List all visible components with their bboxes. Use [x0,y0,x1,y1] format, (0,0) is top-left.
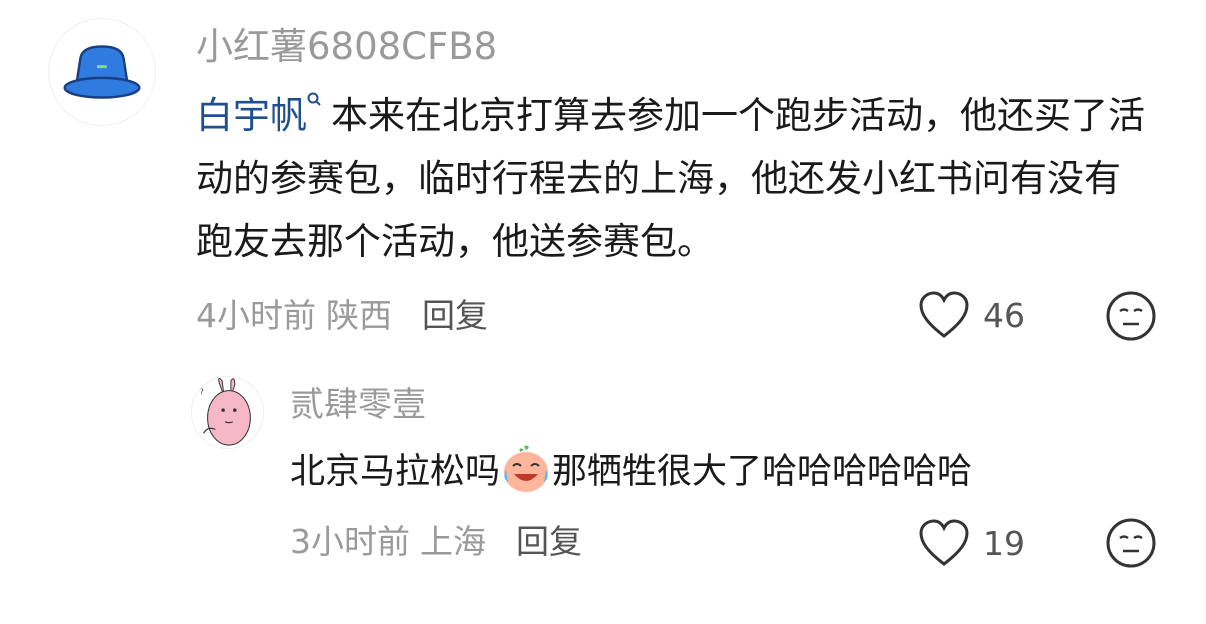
user-avatar[interactable] [48,18,156,126]
comment-time: 4小时前 [196,296,316,335]
heart-icon [919,519,969,566]
reply-reaction-button[interactable] [1105,517,1157,569]
reply-like-count: 19 [983,523,1025,563]
like-count: 46 [983,295,1025,335]
reply-body-after: 那牺牲很大了哈哈哈哈哈哈 [552,452,973,492]
heart-icon [919,291,969,338]
reply-body-before: 北京马拉松吗 [290,452,501,492]
like-button[interactable]: 46 [917,290,1025,340]
reply-reply-button[interactable]: 回复 [516,522,582,561]
neutral-face-icon [1106,518,1156,568]
neutral-face-icon [1106,291,1156,341]
comment-meta: 4小时前 陕西 回复 [196,294,488,338]
reply-text: 北京马拉松吗 那牺牲很大了哈哈哈哈哈哈 [290,444,972,500]
reply-username[interactable]: 贰肆零壹 [290,382,426,428]
mention-link[interactable]: 白宇帆 [196,94,307,137]
comment-body: 本来在北京打算去参加一个跑步活动，他还买了活动的参赛包，临时行程去的上海，他还发… [196,94,1145,263]
svg-text:?: ? [200,388,204,397]
reaction-button[interactable] [1105,290,1157,342]
search-icon [307,92,321,106]
reply-meta: 3小时前 上海 回复 [290,520,582,564]
reply-time: 3小时前 [290,522,410,561]
comment-text: 白宇帆 本来在北京打算去参加一个跑步活动，他还买了活动的参赛包，临时行程去的上海，… [196,84,1156,273]
reply-button[interactable]: 回复 [422,296,488,335]
reply-like-button[interactable]: 19 [917,518,1025,568]
bucket-hat-avatar-icon [49,19,155,125]
reply-avatar[interactable]: ? [191,376,264,449]
comment-location: 陕西 [326,296,392,335]
comment-username[interactable]: 小红薯6808CFB8 [196,22,497,72]
reply-location: 上海 [420,522,486,561]
crying-laughing-emoji-icon [504,445,549,492]
pink-rabbit-avatar-icon: ? [192,377,263,448]
